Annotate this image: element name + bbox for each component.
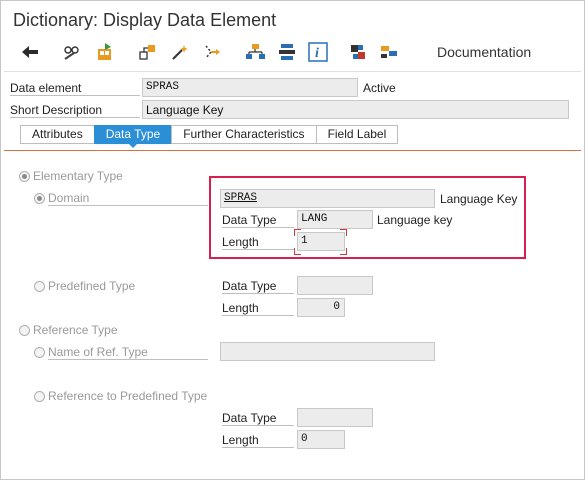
data-element-field[interactable]: SPRAS [142,78,358,97]
ref-data-type-label: Data Type [222,411,294,426]
magic-wand-icon[interactable] [169,41,191,63]
cursor-corner-bl [294,248,301,255]
status-text: Active [363,81,396,95]
domain-radio[interactable] [34,193,45,204]
tab-field-label[interactable]: Field Label [315,125,399,144]
toolbar-divider [4,71,581,72]
back-icon[interactable] [19,41,41,63]
reference-type-radio[interactable] [19,325,30,336]
toolbar: i Documentation [1,37,584,69]
tools-icon[interactable] [347,41,369,63]
module-icon[interactable] [378,41,400,63]
predef-data-type-field[interactable] [297,276,373,295]
predef-length-field[interactable]: 0 [297,298,345,317]
svg-text:i: i [315,46,319,61]
domain-data-type-field[interactable]: LANG [297,210,373,229]
ref-predefined-radio[interactable] [34,391,45,402]
window-title: Dictionary: Display Data Element [13,10,277,30]
domain-field[interactable]: SPRAS [220,189,435,208]
domain-length-field[interactable]: 1 [297,232,345,251]
tab-strip: Attributes Data Type Further Characteris… [20,125,399,148]
hierarchy-icon[interactable] [244,41,266,63]
stack-icon[interactable] [276,41,298,63]
tab-underline [4,150,581,151]
domain-data-type-description: Language key [377,213,453,227]
predefined-type-label: Predefined Type [48,279,136,293]
predef-data-type-label: Data Type [222,279,294,294]
display-change-icon[interactable] [61,41,83,63]
active-tab-caret [127,143,138,148]
domain-label: Domain [48,191,208,206]
window-frame: Dictionary: Display Data Element i Docum… [0,0,585,480]
predef-length-label: Length [222,301,294,316]
navigate-icon[interactable] [201,41,223,63]
activate-icon[interactable] [94,41,116,63]
ref-length-label: Length [222,433,294,448]
domain-data-type-label: Data Type [222,213,294,228]
tab-attributes-label: Attributes [32,127,83,141]
ref-predefined-label: Reference to Predefined Type [48,389,208,403]
elementary-type-label: Elementary Type [33,169,123,183]
ref-length-field[interactable]: 0 [297,430,345,449]
predefined-type-radio[interactable] [34,281,45,292]
cursor-corner-tr [340,229,347,236]
info-icon[interactable]: i [307,41,329,63]
cursor-corner-br [340,248,347,255]
ref-name-field[interactable] [220,342,435,361]
elementary-type-radio[interactable] [19,171,30,182]
documentation-button[interactable]: Documentation [437,44,531,60]
ref-name-label: Name of Ref. Type [48,345,208,360]
ref-name-radio[interactable] [34,347,45,358]
tab-further-characteristics-label: Further Characteristics [183,127,305,141]
tab-data-type-label: Data Type [105,127,161,141]
where-used-icon[interactable] [137,41,159,63]
cursor-corner-tl [294,229,301,236]
tab-further-characteristics[interactable]: Further Characteristics [171,125,317,144]
domain-length-label: Length [222,235,294,250]
data-element-label: Data element [10,81,140,96]
ref-data-type-field[interactable] [297,408,373,427]
reference-type-label: Reference Type [33,323,118,337]
short-description-label: Short Description [10,103,140,118]
tab-data-type[interactable]: Data Type [93,125,173,148]
tab-field-label-label: Field Label [327,127,387,141]
tab-attributes[interactable]: Attributes [20,125,95,144]
domain-description: Language Key [440,192,518,206]
short-description-field[interactable]: Language Key [142,100,569,119]
